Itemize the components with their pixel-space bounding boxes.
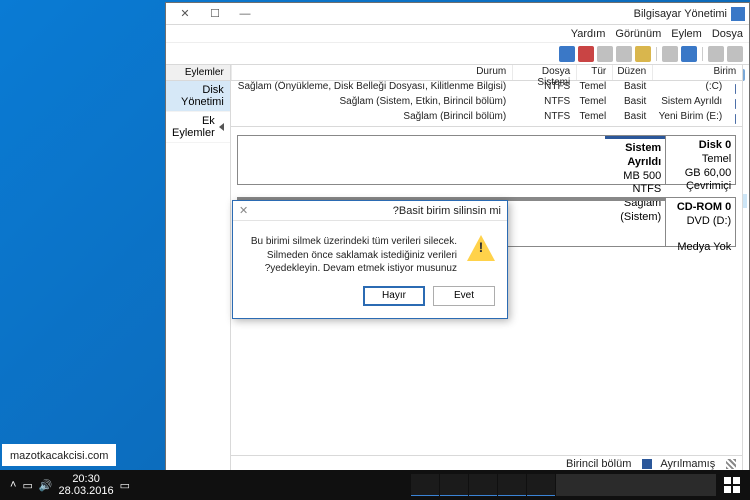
help-icon[interactable] — [635, 46, 651, 62]
volume-row[interactable]: Sistem AyrıldıBasitTemelNTFSSağlam (Sist… — [231, 96, 742, 111]
back-icon[interactable] — [727, 46, 743, 62]
taskbar: ˄ ▭ 🔊 20:30 28.03.2016 ▭ — [0, 470, 750, 500]
tray-network-icon[interactable]: ▭ — [22, 479, 32, 492]
col-layout[interactable]: Düzen — [612, 65, 652, 80]
legend-unallocated-icon — [726, 459, 736, 469]
actions-pane: Eylemler Disk Yönetimi Ek Eylemler — [166, 65, 230, 471]
dialog-titlebar: Basit birim silinsin mi? ✕ — [233, 201, 507, 221]
tray-chevron-icon[interactable]: ˄ — [10, 479, 16, 491]
window-title: Bilgisayar Yönetimi — [260, 8, 727, 20]
titlebar: Bilgisayar Yönetimi — ☐ ✕ — [166, 3, 749, 25]
taskbar-search[interactable] — [556, 474, 716, 496]
toolbar — [166, 43, 749, 65]
menubar: Dosya Eylem Görünüm Yardım — [166, 25, 749, 43]
start-button[interactable] — [718, 474, 746, 496]
taskbar-app-explorer[interactable] — [498, 474, 526, 496]
dialog-close-icon[interactable]: ✕ — [239, 204, 248, 217]
view3-icon[interactable] — [578, 46, 594, 62]
actions-title: Eylemler — [166, 65, 230, 81]
view-icon[interactable] — [616, 46, 632, 62]
volume-icon — [735, 114, 736, 124]
dialog-title: Basit birim silinsin mi? — [393, 205, 501, 217]
tree-item[interactable]: Bilgisayar Yönetimi (Yerel) — [743, 68, 747, 82]
warning-icon — [467, 235, 495, 261]
properties-icon[interactable] — [662, 46, 678, 62]
taskbar-app-mgmt[interactable] — [411, 474, 439, 496]
tree-item[interactable]: Depolama — [742, 180, 747, 194]
cdrom-0-label: CD-ROM 0 DVD (D:) Medya Yok — [665, 198, 735, 246]
tree-item[interactable]: Yerel Kullanıcılar ve Gru — [742, 138, 747, 152]
view2-icon[interactable] — [597, 46, 613, 62]
legend-bar: Ayrılmamış Birincil bölüm — [231, 455, 742, 471]
confirm-delete-dialog: Basit birim silinsin mi? ✕ Bu birimi sil… — [232, 200, 508, 319]
separator — [702, 47, 703, 61]
task-view-icon[interactable] — [527, 474, 555, 496]
maximize-button[interactable]: ☐ — [200, 5, 230, 23]
nav-tree: Bilgisayar Yönetimi (Yerel)Sistem Araçla… — [742, 65, 749, 471]
close-button[interactable]: ✕ — [170, 5, 200, 23]
tree-item[interactable]: Hizmetler ve Uygulamalar — [742, 208, 747, 222]
legend-primary: Birincil bölüm — [566, 458, 631, 470]
system-tray[interactable]: ˄ ▭ 🔊 20:30 28.03.2016 ▭ — [4, 473, 130, 497]
minimize-button[interactable]: — — [230, 5, 260, 23]
chevron-icon — [219, 123, 224, 131]
tray-volume-icon[interactable]: 🔊 — [39, 479, 53, 492]
tree-item[interactable]: Olay Görüntüleyicisi — [742, 110, 747, 124]
actions-more[interactable]: Ek Eylemler — [166, 112, 230, 143]
volume-icon — [735, 99, 736, 109]
view4-icon[interactable] — [559, 46, 575, 62]
disk-0-label: Disk 0 Temel 60,00 GB Çevrimiçi — [665, 136, 735, 184]
refresh-icon[interactable] — [681, 46, 697, 62]
tree-item[interactable]: Disk Yönetimi — [742, 194, 747, 208]
col-fs[interactable]: Dosya Sistemi — [512, 65, 576, 80]
taskbar-clock[interactable]: 20:30 28.03.2016 — [59, 473, 114, 497]
taskbar-app-edge[interactable] — [469, 474, 497, 496]
col-status[interactable]: Durum — [231, 65, 512, 80]
app-icon — [731, 7, 745, 21]
folder-icon — [742, 69, 745, 81]
separator — [656, 47, 657, 61]
tree-item[interactable]: Sistem Araçları — [742, 82, 747, 96]
yes-button[interactable]: Evet — [433, 286, 495, 306]
legend-primary-icon — [642, 459, 652, 469]
menu-file[interactable]: Dosya — [712, 28, 743, 40]
watermark: mazotkacakcisi.com — [2, 444, 116, 466]
legend-unallocated: Ayrılmamış — [660, 458, 715, 470]
tree-item[interactable]: Paylaşılan Klasörler — [742, 124, 747, 138]
volume-header: Birim Düzen Tür Dosya Sistemi Durum — [231, 65, 742, 81]
volume-row[interactable]: (C:)BasitTemelNTFSSağlam (Önyükleme, Dis… — [231, 81, 742, 96]
notifications-icon[interactable]: ▭ — [120, 479, 130, 492]
col-type[interactable]: Tür — [576, 65, 612, 80]
actions-disk-management[interactable]: Disk Yönetimi — [166, 81, 230, 112]
tree-item[interactable]: Görev Zamanlayıcı — [742, 96, 747, 110]
tree-item[interactable]: Aygıt Yöneticisi — [742, 166, 747, 180]
col-volume[interactable]: Birim — [652, 65, 742, 80]
volume-icon — [735, 84, 736, 94]
dialog-message: Bu birimi silmek üzerindeki tüm verileri… — [245, 235, 457, 276]
menu-view[interactable]: Görünüm — [615, 28, 661, 40]
partition-system-reserved[interactable]: Sistem Ayrıldı 500 MB NTFS Sağlam (Siste… — [605, 136, 665, 184]
no-button[interactable]: Hayır — [363, 286, 425, 306]
menu-help[interactable]: Yardım — [571, 28, 606, 40]
forward-icon[interactable] — [708, 46, 724, 62]
menu-action[interactable]: Eylem — [671, 28, 702, 40]
disk-0[interactable]: Disk 0 Temel 60,00 GB Çevrimiçi Sistem A… — [237, 135, 736, 185]
tree-item[interactable]: Performans — [742, 152, 747, 166]
taskbar-app-store[interactable] — [440, 474, 468, 496]
volume-row[interactable]: Yeni Birim (E:)BasitTemelNTFSSağlam (Bir… — [231, 111, 742, 126]
windows-icon — [724, 477, 740, 493]
